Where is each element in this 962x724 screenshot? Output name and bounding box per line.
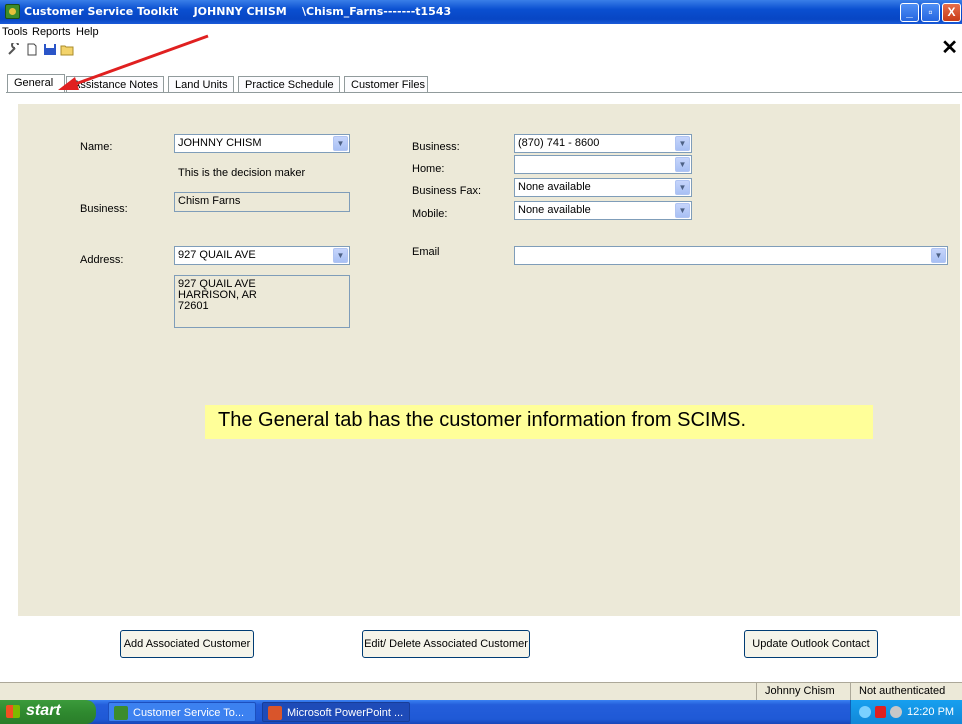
task-powerpoint[interactable]: Microsoft PowerPoint ...: [262, 702, 410, 722]
email-combo[interactable]: ▼: [514, 246, 948, 265]
tab-customer-files[interactable]: Customer Files: [344, 76, 428, 93]
window-close-button[interactable]: X: [942, 3, 961, 22]
chevron-down-icon[interactable]: ▼: [333, 136, 348, 151]
clock: 12:20 PM: [907, 706, 955, 718]
mobile-value: None available: [518, 204, 591, 216]
update-outlook-contact-button[interactable]: Update Outlook Contact: [744, 630, 878, 658]
name-combo[interactable]: JOHNNY CHISM ▼: [174, 134, 350, 153]
powerpoint-icon: [268, 706, 282, 720]
address-combo[interactable]: 927 QUAIL AVE ▼: [174, 246, 350, 265]
task-customer-service[interactable]: Customer Service To...: [108, 702, 256, 722]
maximize-button[interactable]: ▫: [921, 3, 940, 22]
app-icon: [5, 4, 20, 19]
general-panel: [18, 104, 960, 616]
status-auth: Not authenticated: [850, 683, 962, 701]
callout-note: The General tab has the customer informa…: [205, 405, 873, 439]
edit-delete-associated-customer-button[interactable]: Edit/ Delete Associated Customer: [362, 630, 530, 658]
close-icon[interactable]: ✕: [941, 38, 958, 58]
app-icon: [114, 706, 128, 720]
minimize-button[interactable]: _: [900, 3, 919, 22]
volume-icon[interactable]: [890, 706, 902, 718]
business-field: Chism Farns: [174, 192, 350, 212]
security-shield-icon[interactable]: [875, 706, 886, 718]
add-associated-customer-button[interactable]: Add Associated Customer: [120, 630, 254, 658]
chevron-down-icon[interactable]: ▼: [675, 180, 690, 195]
phone-business-value: (870) 741 - 8600: [518, 137, 600, 149]
wrench-icon[interactable]: [7, 43, 21, 56]
name-value: JOHNNY CHISM: [178, 137, 262, 149]
windows-flag-icon: [6, 705, 20, 718]
start-button[interactable]: start: [0, 700, 96, 724]
fax-label: Business Fax:: [412, 185, 482, 197]
name-label: Name:: [80, 141, 113, 153]
business-label: Business:: [80, 203, 128, 215]
chevron-down-icon[interactable]: ▼: [675, 203, 690, 218]
address-full-field: 927 QUAIL AVE HARRISON, AR 72601: [174, 275, 350, 328]
chevron-down-icon[interactable]: ▼: [675, 136, 690, 151]
task-label: Microsoft PowerPoint ...: [287, 707, 404, 719]
address-value: 927 QUAIL AVE: [178, 249, 256, 261]
status-user: Johnny Chism: [756, 683, 848, 701]
system-tray: 12:20 PM: [850, 700, 962, 724]
network-icon[interactable]: [859, 706, 871, 718]
chevron-down-icon[interactable]: ▼: [931, 248, 946, 263]
tab-practice-schedule[interactable]: Practice Schedule: [238, 76, 340, 93]
phone-home-combo[interactable]: ▼: [514, 155, 692, 174]
phone-business-label: Business:: [412, 141, 460, 153]
annotation-arrow: [58, 34, 209, 90]
status-bar: Johnny Chism Not authenticated: [0, 682, 962, 701]
address-label: Address:: [80, 254, 124, 266]
title-bar: Customer Service Toolkit JOHNNY CHISM \C…: [0, 0, 962, 24]
phone-home-label: Home:: [412, 163, 445, 175]
fax-combo[interactable]: None available ▼: [514, 178, 692, 197]
email-label: Email: [412, 246, 440, 258]
task-label: Customer Service To...: [133, 707, 245, 719]
fax-value: None available: [518, 181, 591, 193]
decision-maker-text: This is the decision maker: [178, 167, 306, 179]
mobile-combo[interactable]: None available ▼: [514, 201, 692, 220]
menu-tools[interactable]: Tools: [2, 26, 28, 38]
mobile-label: Mobile:: [412, 208, 448, 220]
start-label: start: [26, 702, 61, 719]
phone-business-combo[interactable]: (870) 741 - 8600 ▼: [514, 134, 692, 153]
new-document-icon[interactable]: [25, 43, 39, 56]
taskbar: start Customer Service To... Microsoft P…: [0, 700, 962, 724]
chevron-down-icon[interactable]: ▼: [333, 248, 348, 263]
chevron-down-icon[interactable]: ▼: [675, 157, 690, 172]
window-title: Customer Service Toolkit JOHNNY CHISM \C…: [24, 5, 452, 18]
